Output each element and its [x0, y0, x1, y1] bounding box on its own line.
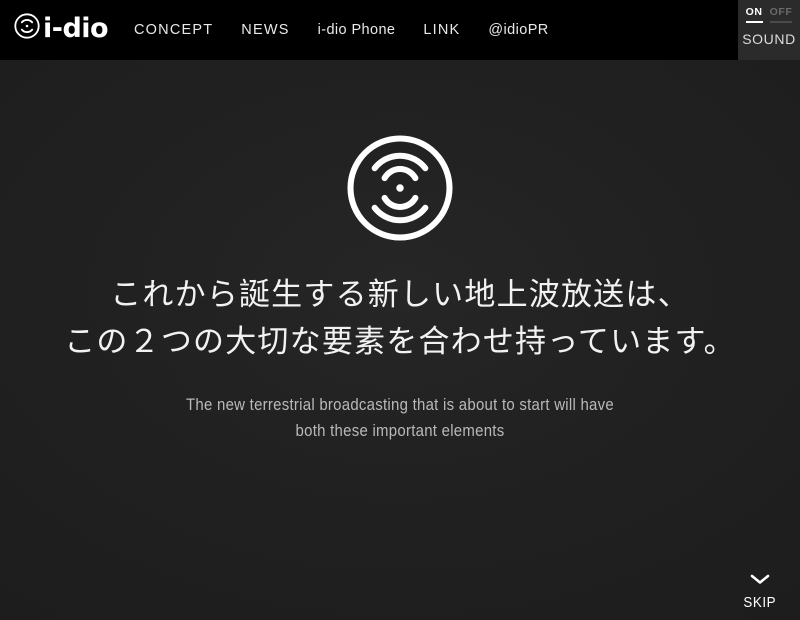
headline: これから誕生する新しい地上波放送は、 この２つの大切な要素を合わせ持っています。 [0, 272, 800, 366]
sound-panel-label: SOUND [742, 31, 796, 47]
main-navigation: CONCEPT NEWS i-dio Phone LINK @idioPR [134, 0, 549, 60]
sound-on-button[interactable]: ON [745, 6, 763, 23]
i-dio-broadcast-wave-mark-icon [345, 133, 455, 243]
subtitle-line-2: both these important elements [295, 421, 505, 440]
sound-off-button[interactable]: OFF [769, 6, 793, 23]
splash-screen: i-dio CONCEPT NEWS i-dio Phone LINK @idi… [0, 0, 800, 620]
headline-line-2: この２つの大切な要素を合わせ持っています。 [64, 324, 736, 360]
nav-item-news[interactable]: NEWS [241, 22, 289, 38]
nav-item-idiopr[interactable]: @idioPR [488, 22, 548, 38]
nav-item-concept[interactable]: CONCEPT [134, 22, 213, 38]
nav-item-link[interactable]: LINK [423, 22, 460, 38]
site-logo[interactable]: i-dio [14, 13, 109, 44]
skip-button[interactable]: SKIP [732, 572, 788, 612]
headline-line-1: これから誕生する新しい地上波放送は、 [110, 277, 690, 313]
site-header: i-dio CONCEPT NEWS i-dio Phone LINK @idi… [0, 0, 800, 60]
sound-control-panel: ON OFF SOUND [738, 0, 800, 60]
sound-toggle: ON OFF [738, 6, 800, 23]
logo-wordmark: i-dio [43, 13, 109, 44]
skip-label: SKIP [743, 595, 777, 611]
subtitle: The new terrestrial broadcasting that is… [48, 392, 752, 444]
i-dio-wave-mark-icon [14, 13, 40, 44]
chevron-down-icon [732, 572, 788, 590]
subtitle-line-1: The new terrestrial broadcasting that is… [186, 395, 614, 414]
nav-item-i-dio-phone[interactable]: i-dio Phone [318, 22, 396, 38]
